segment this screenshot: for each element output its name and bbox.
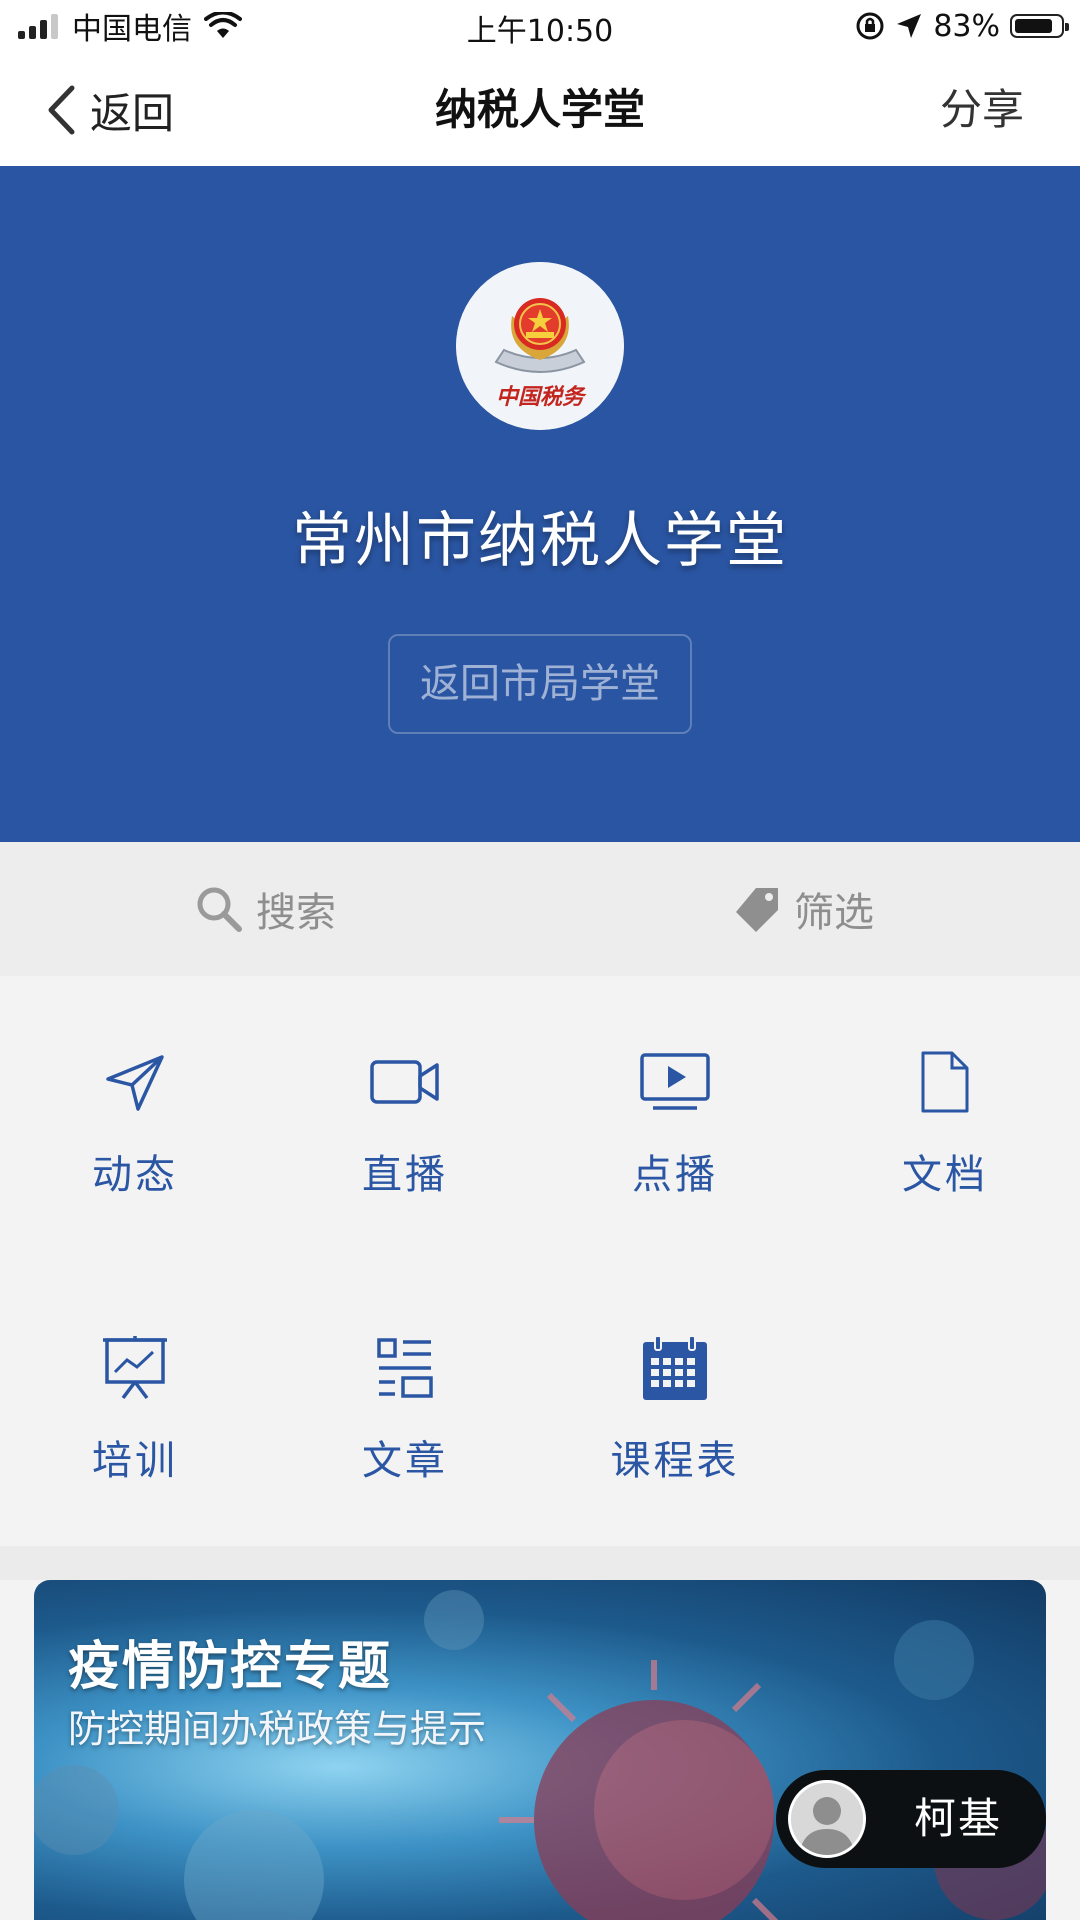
- status-bar: 中国电信 上午10:50 83%: [0, 0, 1080, 54]
- menu-item-articles[interactable]: 文章: [270, 1262, 540, 1484]
- search-filter-bar: 搜索 筛选: [0, 842, 1080, 976]
- menu-item-live[interactable]: 直播: [270, 976, 540, 1198]
- back-to-city-classroom-button[interactable]: 返回市局学堂: [388, 634, 692, 734]
- share-button[interactable]: 分享: [940, 82, 1024, 138]
- menu-item-label: 动态: [92, 1152, 178, 1198]
- menu-item-label: 文章: [362, 1438, 448, 1484]
- menu-item-label: 点播: [632, 1152, 718, 1198]
- navigation-bar: 返回 纳税人学堂 分享: [0, 54, 1080, 166]
- presentation-board-icon: [103, 1336, 167, 1400]
- document-icon: [921, 1051, 969, 1113]
- status-right: 83%: [855, 6, 1069, 46]
- article-list-icon: [377, 1338, 433, 1398]
- menu-item-training[interactable]: 培训: [0, 1262, 270, 1484]
- section-divider: [0, 1546, 1080, 1580]
- calendar-icon: [643, 1335, 707, 1400]
- avatar: [788, 1780, 866, 1858]
- floating-user-button[interactable]: 柯基: [776, 1770, 1046, 1868]
- page-title: 纳税人学堂: [434, 85, 645, 134]
- menu-item-label: 培训: [92, 1438, 178, 1484]
- header-banner: 中国税务 常州市纳税人学堂 返回市局学堂: [0, 166, 1080, 842]
- menu-item-label: 文档: [902, 1152, 988, 1198]
- rotation-lock-icon: [856, 12, 884, 40]
- battery-icon: [1010, 14, 1069, 38]
- promo-subtitle: 防控期间办税政策与提示: [68, 1707, 487, 1751]
- user-silhouette-icon: [791, 1783, 863, 1855]
- user-name: 柯基: [914, 1794, 1003, 1843]
- china-tax-logo: 中国税务: [456, 262, 624, 430]
- tax-emblem-icon: 中国税务: [456, 262, 624, 430]
- menu-item-label: 课程表: [610, 1438, 740, 1484]
- promo-title: 疫情防控专题: [68, 1637, 393, 1697]
- filter-label: 筛选: [794, 890, 874, 936]
- tag-icon: [736, 888, 778, 932]
- menu-item-news[interactable]: 动态: [0, 976, 270, 1198]
- play-screen-icon: [640, 1053, 710, 1110]
- battery-percent: 83%: [933, 8, 1000, 44]
- location-arrow-icon: [897, 14, 922, 38]
- logo-text: 中国税务: [496, 384, 587, 410]
- video-camera-icon: [370, 1060, 439, 1104]
- search-button[interactable]: 搜索: [194, 842, 336, 976]
- epidemic-topic-banner[interactable]: 疫情防控专题 防控期间办税政策与提示: [34, 1580, 1046, 1920]
- search-icon: [197, 887, 242, 932]
- classroom-title: 常州市纳税人学堂: [292, 506, 788, 576]
- send-icon: [106, 1055, 164, 1111]
- menu-item-on-demand[interactable]: 点播: [540, 976, 810, 1198]
- menu-item-documents[interactable]: 文档: [810, 976, 1080, 1198]
- feature-menu-grid: 动态 直播 点播 文档 培训 文章 课程表: [0, 976, 1080, 1546]
- menu-item-schedule[interactable]: 课程表: [540, 1262, 810, 1484]
- filter-button[interactable]: 筛选: [736, 842, 874, 976]
- search-label: 搜索: [256, 890, 336, 936]
- menu-item-label: 直播: [362, 1152, 448, 1198]
